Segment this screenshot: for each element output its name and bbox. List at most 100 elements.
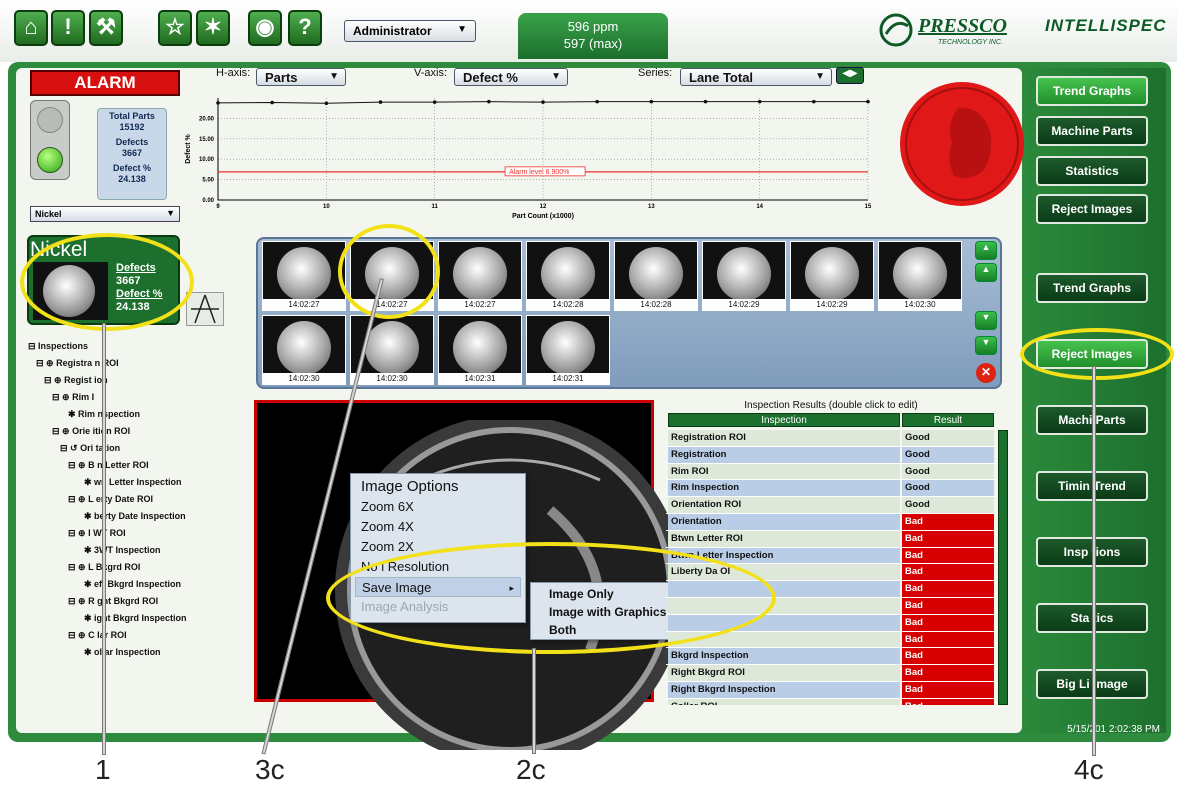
tree-node[interactable]: ✱ ight Bkgrd Inspection bbox=[28, 610, 248, 627]
scroll-down-icon[interactable]: ▼ bbox=[975, 311, 997, 330]
tree-node[interactable]: ⊟ ⊕ I WT ROI bbox=[28, 525, 248, 542]
dropdown-arrow-icon: ▼ bbox=[457, 24, 467, 35]
thumbnail-time: 14:02:31 bbox=[527, 373, 609, 384]
results-scrollbar[interactable] bbox=[998, 430, 1008, 705]
tree-node[interactable]: ⊟ ↺ Ori tation bbox=[28, 440, 248, 457]
results-result-cell: Bad bbox=[902, 681, 994, 698]
reject-thumbnail[interactable]: 14:02:30 bbox=[878, 241, 962, 311]
results-row[interactable]: Bkgrd Inspection Bad bbox=[666, 648, 996, 666]
trend-graphs-button[interactable]: Trend Graphs bbox=[1036, 273, 1148, 303]
machine-parts-button-top[interactable]: Machine Parts bbox=[1036, 116, 1148, 146]
reject-thumbnail[interactable]: 14:02:28 bbox=[526, 241, 610, 311]
zoom-6x-item[interactable]: Zoom 6X bbox=[351, 497, 525, 517]
results-row[interactable]: Orientation ROI Good bbox=[666, 497, 996, 514]
results-inspection-cell: Rim ROI bbox=[668, 463, 900, 480]
reject-thumbnail[interactable]: 14:02:31 bbox=[438, 315, 522, 385]
alarm-level-label: Alarm level 6.900% bbox=[509, 169, 569, 176]
v-axis-select[interactable]: Defect % ▼ bbox=[454, 68, 568, 86]
results-result-cell: Good bbox=[902, 430, 994, 446]
thumbnail-time: 14:02:29 bbox=[791, 299, 873, 310]
tree-node[interactable]: ⊟ ⊕ C lar ROI bbox=[28, 627, 248, 644]
results-row[interactable]: Registration ROI Good bbox=[666, 430, 996, 447]
tree-node[interactable]: ⊟ ⊕ Registra n ROI bbox=[28, 355, 248, 372]
reject-thumbnail[interactable]: 14:02:27 bbox=[438, 241, 522, 311]
results-result-cell: Bad bbox=[902, 597, 994, 614]
scroll-bottom-icon[interactable]: ▼ bbox=[975, 336, 997, 355]
reject-images-button-top[interactable]: Reject Images bbox=[1036, 194, 1148, 224]
results-result-cell: Bad bbox=[902, 581, 994, 597]
scroll-top-icon[interactable]: ▲ bbox=[975, 241, 997, 260]
user-select[interactable]: Administrator ▼ bbox=[344, 20, 476, 42]
next-icon[interactable]: ▶ bbox=[850, 68, 858, 79]
thumbnail-coin-image bbox=[541, 321, 595, 375]
y-tick-label: 5.00 bbox=[202, 178, 214, 184]
wrench-icon[interactable]: ⚒ bbox=[89, 10, 123, 46]
tree-node[interactable]: ⊟ ⊕ Orie ition ROI bbox=[28, 423, 248, 440]
x-tick-label: 9 bbox=[216, 204, 220, 210]
close-icon[interactable]: ✕ bbox=[976, 363, 996, 383]
tree-node[interactable]: ⊟ ⊕ R ght Bkgrd ROI bbox=[28, 593, 248, 610]
alarm-indicator: ALARM bbox=[30, 70, 180, 96]
tree-node[interactable]: ✱ wn Letter Inspection bbox=[28, 474, 248, 491]
tree-node-icon: ✱ bbox=[84, 477, 95, 487]
tree-node[interactable]: ⊟ ⊕ Rim I bbox=[28, 389, 248, 406]
status-light-off bbox=[37, 107, 63, 133]
results-row[interactable]: Rim ROI Good bbox=[666, 463, 996, 481]
thumbnail-coin-image bbox=[365, 321, 419, 375]
tree-node-label: berty Date Inspection bbox=[94, 511, 186, 521]
tree-node-icon: ⊟ ⊕ bbox=[68, 460, 89, 470]
results-row[interactable]: Right Bkgrd ROI Bad bbox=[666, 665, 996, 682]
tree-node-icon: ⊟ ⊕ bbox=[68, 596, 89, 606]
wand-icon[interactable]: ✶ bbox=[196, 10, 230, 46]
scroll-up-icon[interactable]: ▲ bbox=[975, 263, 997, 282]
alert-icon[interactable]: ! bbox=[51, 10, 85, 46]
results-result-cell: Good bbox=[902, 497, 994, 513]
results-row[interactable]: Rim Inspection Good bbox=[666, 480, 996, 498]
col-inspection[interactable]: Inspection bbox=[668, 413, 900, 427]
tree-node[interactable]: ⊟ ⊕ Regist ion bbox=[28, 372, 248, 389]
reject-thumbnail[interactable]: 14:02:29 bbox=[702, 241, 786, 311]
reject-thumbnail[interactable]: 14:02:30 bbox=[262, 315, 346, 385]
tree-node[interactable]: ⊟ ⊕ B n Letter ROI bbox=[28, 457, 248, 474]
series-label: Series: bbox=[638, 67, 673, 79]
tree-node[interactable]: ⊟ ⊕ L Bkgrd ROI bbox=[28, 559, 248, 576]
zoom-4x-item[interactable]: Zoom 4X bbox=[351, 517, 525, 537]
help-icon[interactable]: ? bbox=[288, 10, 322, 46]
series-select[interactable]: Lane Total ▼ bbox=[680, 68, 832, 86]
tree-node[interactable]: ✱ Rim nspection bbox=[28, 406, 248, 423]
caliper-icon[interactable] bbox=[186, 292, 224, 326]
tree-node[interactable]: ✱ ollar Inspection bbox=[28, 644, 248, 661]
tree-node[interactable]: ✱ eft Bkgrd Inspection bbox=[28, 576, 248, 593]
results-row[interactable]: Orientation Bad bbox=[666, 513, 996, 531]
col-result[interactable]: Result bbox=[902, 413, 994, 427]
series-arrows[interactable]: ◀▶ bbox=[836, 67, 864, 84]
product-select[interactable]: Nickel ▼ bbox=[30, 206, 180, 222]
results-row[interactable]: Right Bkgrd Inspection Bad bbox=[666, 681, 996, 699]
results-row[interactable]: Registration Good bbox=[666, 446, 996, 464]
prev-icon[interactable]: ◀ bbox=[842, 68, 850, 79]
reject-thumbnail[interactable]: 14:02:28 bbox=[614, 241, 698, 311]
results-row[interactable]: Btwn Letter ROI Bad bbox=[666, 530, 996, 548]
y-tick-label: 0.00 bbox=[202, 198, 214, 204]
data-point bbox=[595, 99, 599, 104]
results-row[interactable]: Collar ROIBad bbox=[666, 698, 996, 705]
thumbnail-time: 14:02:28 bbox=[527, 299, 609, 310]
thumbnail-time: 14:02:30 bbox=[879, 299, 961, 310]
reject-thumbnail[interactable]: 14:02:27 bbox=[262, 241, 346, 311]
thumbnail-coin-image bbox=[541, 247, 595, 301]
h-axis-select[interactable]: Parts ▼ bbox=[256, 68, 346, 86]
reject-thumbnail[interactable]: 14:02:31 bbox=[526, 315, 610, 385]
tree-node[interactable]: ⊟ ⊕ L erty Date ROI bbox=[28, 491, 248, 508]
thumbnail-time: 14:02:30 bbox=[351, 373, 433, 384]
tree-node[interactable]: ⊟ Inspections bbox=[28, 338, 248, 355]
trend-graphs-button-top[interactable]: Trend Graphs bbox=[1036, 76, 1148, 106]
globe-icon[interactable]: ◉ bbox=[248, 10, 282, 46]
tree-node[interactable]: ✱ berty Date Inspection bbox=[28, 508, 248, 525]
statistics-button-top[interactable]: Statistics bbox=[1036, 156, 1148, 186]
tree-node[interactable]: ✱ 3WT Inspection bbox=[28, 542, 248, 559]
reject-thumbnail[interactable]: 14:02:29 bbox=[790, 241, 874, 311]
home-icon[interactable]: ⌂ bbox=[14, 10, 48, 46]
thumbnail-coin-image bbox=[893, 247, 947, 301]
star-icon[interactable]: ☆ bbox=[158, 10, 192, 46]
defect-pct-label: Defect % bbox=[112, 163, 151, 173]
